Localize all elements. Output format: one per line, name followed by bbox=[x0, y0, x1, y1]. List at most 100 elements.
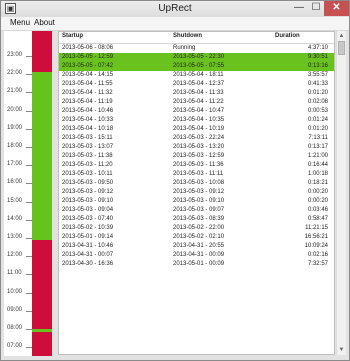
minimize-button[interactable]: — bbox=[290, 1, 308, 16]
shutdown-cell: 2013-05-04 - 11:22 bbox=[173, 99, 224, 105]
column-header-duration[interactable]: Duration bbox=[275, 33, 300, 39]
duration-cell: 4:37:10 bbox=[307, 45, 328, 51]
sessions-list[interactable]: Startup Shutdown Duration 2013-05-06 - 0… bbox=[58, 31, 335, 355]
hour-axis: 23:00 22:00 21:00 20:00 19:00 18:00 17:00 16:00… bbox=[4, 31, 32, 356]
menu-item-about[interactable]: About bbox=[34, 18, 55, 27]
shutdown-cell: Running bbox=[173, 45, 196, 51]
table-row[interactable]: 2013-05-03 - 13:07 2013-05-03 - 13:20 0:13… bbox=[59, 143, 334, 152]
startup-cell: 2013-05-04 - 10:46 bbox=[62, 108, 114, 114]
table-row[interactable]: 2013-05-03 - 09:04 2013-05-03 - 09:07 0:03… bbox=[59, 206, 334, 215]
shutdown-cell: 2013-05-04 - 18:11 bbox=[173, 72, 224, 78]
table-row[interactable]: 2013-05-01 - 09:14 2013-05-02 - 02:10 16:5… bbox=[59, 233, 334, 242]
startup-cell: 2013-05-04 - 10:18 bbox=[62, 126, 114, 132]
hour-label: 08:00 bbox=[7, 325, 23, 331]
hour-label: 22:00 bbox=[7, 70, 23, 76]
duration-cell: 7:32:57 bbox=[307, 261, 328, 267]
table-row[interactable]: 2013-05-04 - 11:19 2013-05-04 - 11:22 0:02… bbox=[59, 98, 334, 107]
hour-label: 17:00 bbox=[7, 161, 23, 167]
shutdown-cell: 2013-05-03 - 09:12 bbox=[173, 189, 225, 195]
startup-cell: 2013-05-03 - 11:38 bbox=[62, 153, 113, 159]
hour-label: 10:00 bbox=[7, 289, 23, 295]
shutdown-cell: 2013-05-03 - 13:20 bbox=[173, 144, 225, 150]
duration-cell: 0:01:24 bbox=[307, 117, 328, 123]
column-header-startup[interactable]: Startup bbox=[62, 33, 83, 39]
maximize-button[interactable]: ☐ bbox=[308, 1, 324, 16]
table-row[interactable]: 2013-04-31 - 00:07 2013-04-31 - 00:09 0:02… bbox=[59, 251, 334, 260]
table-row[interactable]: 2013-05-05 - 07:42 2013-05-05 - 07:55 0:13… bbox=[59, 62, 334, 71]
scroll-down-icon[interactable]: ▼ bbox=[337, 345, 346, 355]
shutdown-cell: 2013-05-02 - 02:10 bbox=[173, 234, 225, 240]
shutdown-cell: 2013-05-04 - 10:35 bbox=[173, 117, 225, 123]
scroll-up-icon[interactable]: ▲ bbox=[337, 31, 346, 41]
duration-cell: 0:00:20 bbox=[307, 198, 328, 204]
shutdown-cell: 2013-05-03 - 09:10 bbox=[173, 198, 225, 204]
duration-cell: 0:13:16 bbox=[307, 63, 328, 69]
duration-cell: 0:03:46 bbox=[307, 207, 328, 213]
shutdown-cell: 2013-05-03 - 22:24 bbox=[173, 135, 225, 141]
shutdown-cell: 2013-05-03 - 12:59 bbox=[173, 153, 225, 159]
hour-label: 07:00 bbox=[7, 343, 23, 349]
scroll-thumb[interactable] bbox=[338, 41, 345, 55]
startup-cell: 2013-05-03 - 09:12 bbox=[62, 189, 114, 195]
table-row[interactable]: 2013-05-03 - 07:40 2013-05-03 - 08:39 0:58… bbox=[59, 215, 334, 224]
hour-label: 15:00 bbox=[7, 198, 23, 204]
table-row[interactable]: 2013-04-31 - 10:46 2013-04-31 - 20:55 10:0… bbox=[59, 242, 334, 251]
table-row[interactable]: 2013-05-03 - 09:12 2013-05-03 - 09:12 0:00… bbox=[59, 188, 334, 197]
duration-cell: 0:41:33 bbox=[307, 81, 328, 87]
startup-cell: 2013-05-04 - 10:33 bbox=[62, 117, 114, 123]
table-row[interactable]: 2013-05-03 - 09:10 2013-05-03 - 09:10 0:00… bbox=[59, 197, 334, 206]
table-row[interactable]: 2013-05-03 - 15:11 2013-05-03 - 22:24 7:13… bbox=[59, 134, 334, 143]
table-row[interactable]: 2013-05-05 - 12:59 2013-05-05 - 22:30 9:30… bbox=[59, 53, 334, 62]
hour-label: 11:00 bbox=[7, 270, 22, 276]
hour-label: 20:00 bbox=[7, 107, 23, 113]
duration-cell: 0:00:20 bbox=[307, 189, 328, 195]
table-row[interactable]: 2013-05-04 - 11:55 2013-05-04 - 12:37 0:41… bbox=[59, 80, 334, 89]
table-row[interactable]: 2013-05-04 - 14:15 2013-05-04 - 18:11 3:55… bbox=[59, 71, 334, 80]
hour-label: 16:00 bbox=[7, 179, 23, 185]
duration-cell: 0:13:17 bbox=[307, 144, 328, 150]
startup-cell: 2013-05-03 - 07:40 bbox=[62, 216, 114, 222]
title-bar[interactable]: ▣ UpRect — ☐ ✕ bbox=[1, 1, 349, 17]
duration-cell: 10:09:24 bbox=[304, 243, 328, 249]
duration-cell: 0:18:21 bbox=[307, 180, 328, 186]
shutdown-cell: 2013-05-05 - 22:30 bbox=[173, 54, 225, 60]
hour-label: 12:00 bbox=[7, 252, 23, 258]
startup-cell: 2013-05-03 - 11:20 bbox=[62, 162, 113, 168]
startup-cell: 2013-04-31 - 00:07 bbox=[62, 252, 114, 258]
hour-label: 14:00 bbox=[7, 216, 23, 222]
online-segment bbox=[32, 72, 52, 240]
shutdown-cell: 2013-05-03 - 10:08 bbox=[173, 180, 225, 186]
startup-cell: 2013-05-03 - 09:10 bbox=[62, 198, 114, 204]
startup-cell: 2013-05-04 - 11:19 bbox=[62, 99, 113, 105]
table-row[interactable]: 2013-04-30 - 16:36 2013-05-01 - 00:09 7:32… bbox=[59, 260, 334, 269]
table-row[interactable]: 2013-05-03 - 11:20 2013-05-03 - 11:36 0:16… bbox=[59, 161, 334, 170]
menu-item-menu[interactable]: Menu bbox=[10, 18, 30, 27]
startup-cell: 2013-05-05 - 07:42 bbox=[62, 63, 114, 69]
duration-cell: 0:02:16 bbox=[307, 252, 328, 258]
table-row[interactable]: 2013-05-04 - 10:18 2013-05-04 - 10:19 0:01… bbox=[59, 125, 334, 134]
duration-cell: 7:13:11 bbox=[308, 135, 328, 141]
shutdown-cell: 2013-04-31 - 00:09 bbox=[173, 252, 225, 258]
table-row[interactable]: 2013-05-04 - 11:32 2013-05-04 - 11:33 0:01… bbox=[59, 89, 334, 98]
table-row[interactable]: 2013-05-03 - 09:50 2013-05-03 - 10:08 0:18… bbox=[59, 179, 334, 188]
table-row[interactable]: 2013-05-04 - 10:46 2013-05-04 - 10:47 0:00… bbox=[59, 107, 334, 116]
duration-cell: 0:16:44 bbox=[307, 162, 328, 168]
shutdown-cell: 2013-05-04 - 12:37 bbox=[173, 81, 225, 87]
table-row[interactable]: 2013-05-02 - 10:39 2013-05-02 - 22:00 11:2… bbox=[59, 224, 334, 233]
online-segment bbox=[32, 329, 52, 332]
close-button[interactable]: ✕ bbox=[324, 1, 349, 16]
menu-bar: Menu About bbox=[1, 17, 349, 31]
table-row[interactable]: 2013-05-04 - 10:33 2013-05-04 - 10:35 0:01… bbox=[59, 116, 334, 125]
vertical-scrollbar[interactable]: ▲ ▼ bbox=[336, 31, 346, 355]
startup-cell: 2013-05-01 - 09:14 bbox=[62, 234, 114, 240]
startup-cell: 2013-05-04 - 14:15 bbox=[62, 72, 114, 78]
duration-cell: 0:00:53 bbox=[307, 108, 328, 114]
table-row[interactable]: 2013-05-03 - 11:38 2013-05-03 - 12:59 1:21… bbox=[59, 152, 334, 161]
table-row[interactable]: 2013-05-03 - 10:11 2013-05-03 - 11:11 1:00… bbox=[59, 170, 334, 179]
shutdown-cell: 2013-05-03 - 11:36 bbox=[173, 162, 224, 168]
table-row[interactable]: 2013-05-06 - 08:06 Running 4:37:10 bbox=[59, 44, 334, 53]
list-header: Startup Shutdown Duration bbox=[59, 32, 334, 44]
column-header-shutdown[interactable]: Shutdown bbox=[173, 33, 202, 39]
shutdown-cell: 2013-05-04 - 10:19 bbox=[173, 126, 225, 132]
hour-label: 09:00 bbox=[7, 307, 23, 313]
